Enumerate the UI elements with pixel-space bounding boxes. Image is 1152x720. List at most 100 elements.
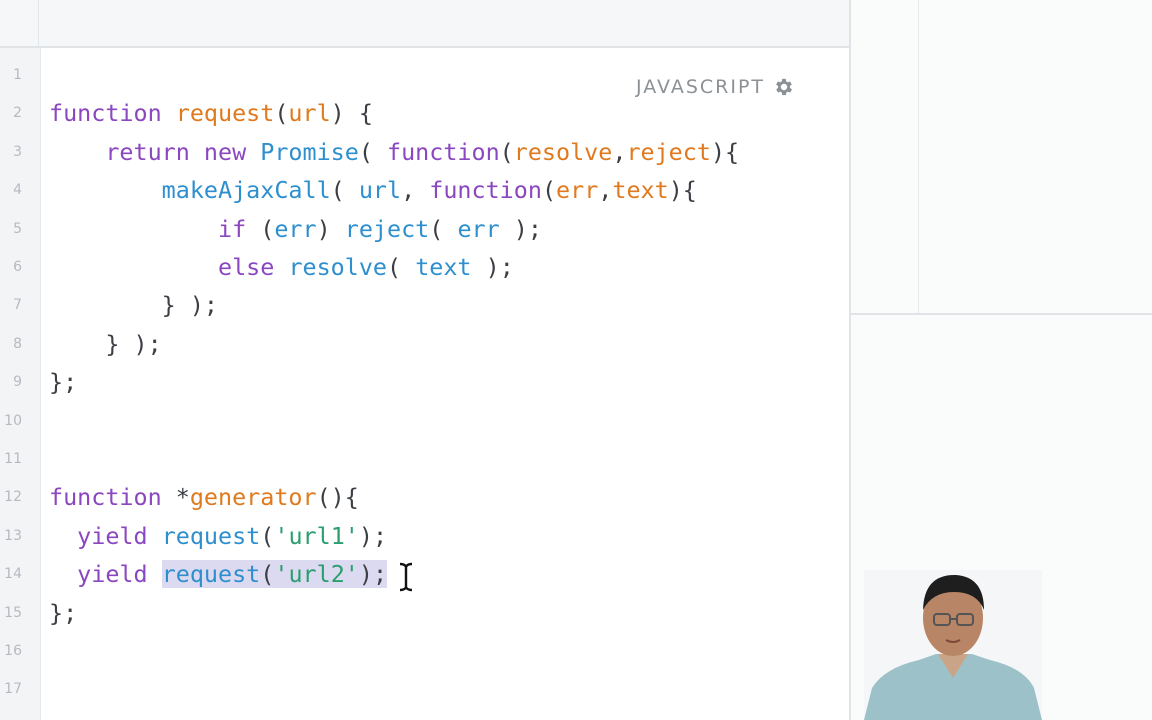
code-token: reject (626, 137, 711, 166)
code-token: ){ (668, 176, 697, 205)
code-line[interactable]: 6 else resolve( text ); (0, 248, 849, 286)
code-token: url (358, 176, 402, 205)
code-text[interactable]: }; (49, 363, 77, 401)
line-number: 11 (4, 451, 22, 467)
line-number: 16 (4, 643, 22, 659)
selected-code-token: ); (358, 560, 388, 589)
code-token: ( (541, 176, 557, 205)
code-token: function (429, 176, 542, 205)
code-line[interactable]: 7 } ); (0, 286, 849, 324)
code-token: 'url1' (274, 521, 359, 550)
code-token: err (457, 214, 500, 243)
code-line[interactable]: 12 function *generator(){ (0, 478, 849, 516)
code-token: , (401, 176, 430, 205)
code-token: request (175, 99, 275, 128)
code-text[interactable]: }; (49, 594, 77, 632)
line-number: 13 (4, 527, 22, 544)
code-text[interactable]: function *generator(){ (49, 478, 359, 516)
toolbar-divider (38, 0, 39, 46)
code-token: }; (49, 368, 78, 397)
code-token: * (175, 483, 190, 512)
code-line[interactable]: 4 makeAjaxCall( url, function(err,text){ (0, 171, 849, 209)
code-line[interactable]: 11 (0, 440, 849, 478)
code-token: (){ (316, 483, 359, 512)
code-text[interactable]: return new Promise( function(resolve,rej… (49, 133, 739, 171)
code-token: return new (49, 137, 261, 166)
code-token: }; (49, 598, 78, 627)
code-line[interactable]: 17 (0, 670, 849, 708)
code-token: text (415, 253, 472, 281)
code-token: ){ (710, 137, 740, 166)
line-number: 4 (13, 182, 22, 199)
code-token: ( (274, 99, 289, 128)
code-token: ( (499, 137, 514, 166)
code-token: ( (429, 214, 458, 243)
code-token: ); (499, 214, 542, 243)
code-line[interactable]: 13 yield request('url1'); (0, 517, 849, 555)
line-number: 6 (13, 259, 22, 275)
code-token: else (218, 253, 275, 281)
code-line[interactable]: 3 return new Promise( function(resolve,r… (0, 133, 849, 171)
code-token: ( (330, 176, 359, 205)
code-line[interactable]: 1 (0, 56, 849, 94)
code-token: ); (471, 253, 514, 281)
code-token: generator (189, 483, 317, 512)
code-line[interactable]: 14 yield request('url2'); (0, 555, 849, 593)
line-number: 9 (13, 374, 22, 391)
code-token: ( (246, 214, 275, 243)
line-number: 15 (4, 604, 22, 621)
code-text[interactable]: yield request('url2'); (49, 555, 388, 593)
output-panel-divider (918, 0, 919, 314)
line-number: 7 (13, 297, 22, 314)
code-token: err (274, 214, 317, 243)
code-token: makeAjaxCall (161, 176, 331, 205)
line-number: 3 (13, 143, 22, 160)
code-text[interactable]: if (err) reject( err ); (49, 210, 542, 248)
code-token: function (387, 137, 500, 166)
code-line[interactable]: 9}; (0, 363, 849, 401)
code-line[interactable]: 2 function request(url) { (0, 94, 849, 132)
code-line[interactable]: 16 (0, 632, 849, 670)
code-token: } ); (49, 291, 218, 320)
code-token: ( (387, 253, 416, 281)
code-text[interactable]: yield request('url1'); (49, 517, 387, 555)
code-token: , (612, 137, 627, 166)
selected-code-token: request (161, 560, 261, 589)
code-token: request (161, 521, 261, 550)
code-token: function (49, 99, 176, 128)
code-line[interactable]: 10 (0, 402, 849, 440)
code-text[interactable]: else resolve( text ); (49, 248, 514, 286)
line-number: 5 (13, 220, 22, 237)
code-text[interactable]: function request(url) { (49, 94, 373, 132)
line-number: 10 (4, 412, 22, 429)
code-token: url (288, 99, 331, 128)
code-text[interactable]: makeAjaxCall( url, function(err,text){ (49, 171, 697, 209)
code-token: if (218, 214, 247, 243)
code-token: ( (260, 521, 275, 550)
selected-code-token: ( (260, 560, 275, 589)
code-text[interactable]: } ); (49, 325, 161, 363)
code-token: yield (77, 521, 148, 550)
code-text[interactable]: } ); (49, 286, 218, 324)
code-token: err (556, 176, 599, 205)
line-number: 14 (4, 566, 22, 583)
text-cursor-icon (399, 562, 413, 592)
presenter-video-icon (864, 570, 1042, 720)
code-token: ( (358, 137, 387, 166)
selected-code-token: 'url2' (274, 560, 359, 589)
code-token: , (598, 176, 613, 205)
code-token: text (612, 176, 669, 205)
code-token: Promise (260, 137, 359, 166)
code-token: reject (344, 214, 430, 243)
code-line[interactable]: 8 } ); (0, 325, 849, 363)
code-line[interactable]: 15}; (0, 594, 849, 632)
code-line[interactable]: 5 if (err) reject( err ); (0, 210, 849, 248)
line-number: 2 (13, 105, 22, 122)
